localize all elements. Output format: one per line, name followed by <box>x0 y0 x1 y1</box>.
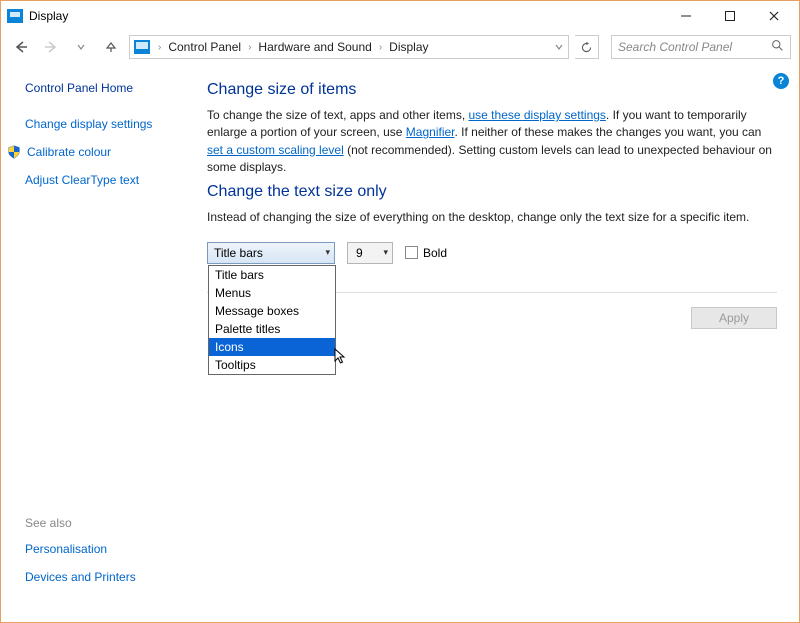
item-dropdown-list[interactable]: Title bars Menus Message boxes Palette t… <box>208 265 336 375</box>
bold-checkbox[interactable] <box>405 246 418 259</box>
display-monitor-icon <box>7 9 23 23</box>
display-monitor-icon <box>134 40 150 54</box>
main-content: ? Change size of items To change the siz… <box>201 63 799 622</box>
item-dropdown-value: Title bars <box>214 246 263 260</box>
item-dropdown[interactable]: Title bars ▾ Title bars Menus Message bo… <box>207 242 335 264</box>
dropdown-option[interactable]: Title bars <box>209 266 335 284</box>
nav-recent-dropdown[interactable] <box>69 35 93 59</box>
sidebar-calibrate-colour[interactable]: Calibrate colour <box>27 145 111 159</box>
sidebar-control-panel-home[interactable]: Control Panel Home <box>25 81 187 95</box>
breadcrumb-segment[interactable]: Hardware and Sound <box>255 40 374 54</box>
sidebar-change-display-settings[interactable]: Change display settings <box>25 117 187 131</box>
chevron-down-icon[interactable] <box>554 42 564 52</box>
address-bar[interactable]: › Control Panel › Hardware and Sound › D… <box>129 35 569 59</box>
nav-forward-button[interactable] <box>39 35 63 59</box>
chevron-right-icon: › <box>377 42 384 53</box>
see-also-section: See also Personalisation Devices and Pri… <box>25 516 187 612</box>
apply-button[interactable]: Apply <box>691 307 777 329</box>
link-magnifier[interactable]: Magnifier <box>406 125 455 139</box>
search-placeholder: Search Control Panel <box>618 40 732 54</box>
chevron-down-icon: ▾ <box>325 247 330 258</box>
section-heading-text-size-only: Change the text size only <box>207 183 777 201</box>
search-input[interactable]: Search Control Panel <box>611 35 791 59</box>
nav-up-button[interactable] <box>99 35 123 59</box>
chevron-right-icon: › <box>156 42 163 53</box>
chevron-right-icon: › <box>246 42 253 53</box>
link-use-display-settings[interactable]: use these display settings <box>469 108 606 122</box>
breadcrumb-segment[interactable]: Display <box>386 40 431 54</box>
section-heading-change-size: Change size of items <box>207 81 777 99</box>
cursor-icon <box>334 348 348 366</box>
font-size-dropdown[interactable]: 9 ▾ <box>347 242 393 264</box>
help-icon[interactable]: ? <box>773 73 789 89</box>
chevron-down-icon: ▾ <box>383 247 388 258</box>
window-close-button[interactable] <box>761 6 787 26</box>
bold-checkbox-label: Bold <box>423 246 447 260</box>
section2-description: Instead of changing the size of everythi… <box>207 209 777 226</box>
section1-description: To change the size of text, apps and oth… <box>207 107 777 177</box>
see-also-personalisation[interactable]: Personalisation <box>25 542 187 556</box>
dropdown-option[interactable]: Message boxes <box>209 302 335 320</box>
shield-icon <box>7 145 21 159</box>
font-size-value: 9 <box>356 246 363 260</box>
window-title: Display <box>29 9 68 23</box>
link-custom-scaling[interactable]: set a custom scaling level <box>207 143 344 157</box>
nav-back-button[interactable] <box>9 35 33 59</box>
breadcrumb-segment[interactable]: Control Panel <box>165 40 244 54</box>
dropdown-option[interactable]: Menus <box>209 284 335 302</box>
window-minimize-button[interactable] <box>673 6 699 26</box>
dropdown-option[interactable]: Tooltips <box>209 356 335 374</box>
sidebar: Control Panel Home Change display settin… <box>1 63 201 622</box>
navigation-bar: › Control Panel › Hardware and Sound › D… <box>1 31 799 63</box>
search-icon <box>771 39 784 55</box>
see-also-devices-printers[interactable]: Devices and Printers <box>25 570 187 584</box>
dropdown-option-highlighted[interactable]: Icons <box>209 338 335 356</box>
see-also-label: See also <box>25 516 187 530</box>
window-maximize-button[interactable] <box>717 6 743 26</box>
sidebar-adjust-cleartype[interactable]: Adjust ClearType text <box>25 173 187 187</box>
refresh-button[interactable] <box>575 35 599 59</box>
window-titlebar: Display <box>1 1 799 31</box>
text-size-controls: Title bars ▾ Title bars Menus Message bo… <box>207 242 777 264</box>
dropdown-option[interactable]: Palette titles <box>209 320 335 338</box>
